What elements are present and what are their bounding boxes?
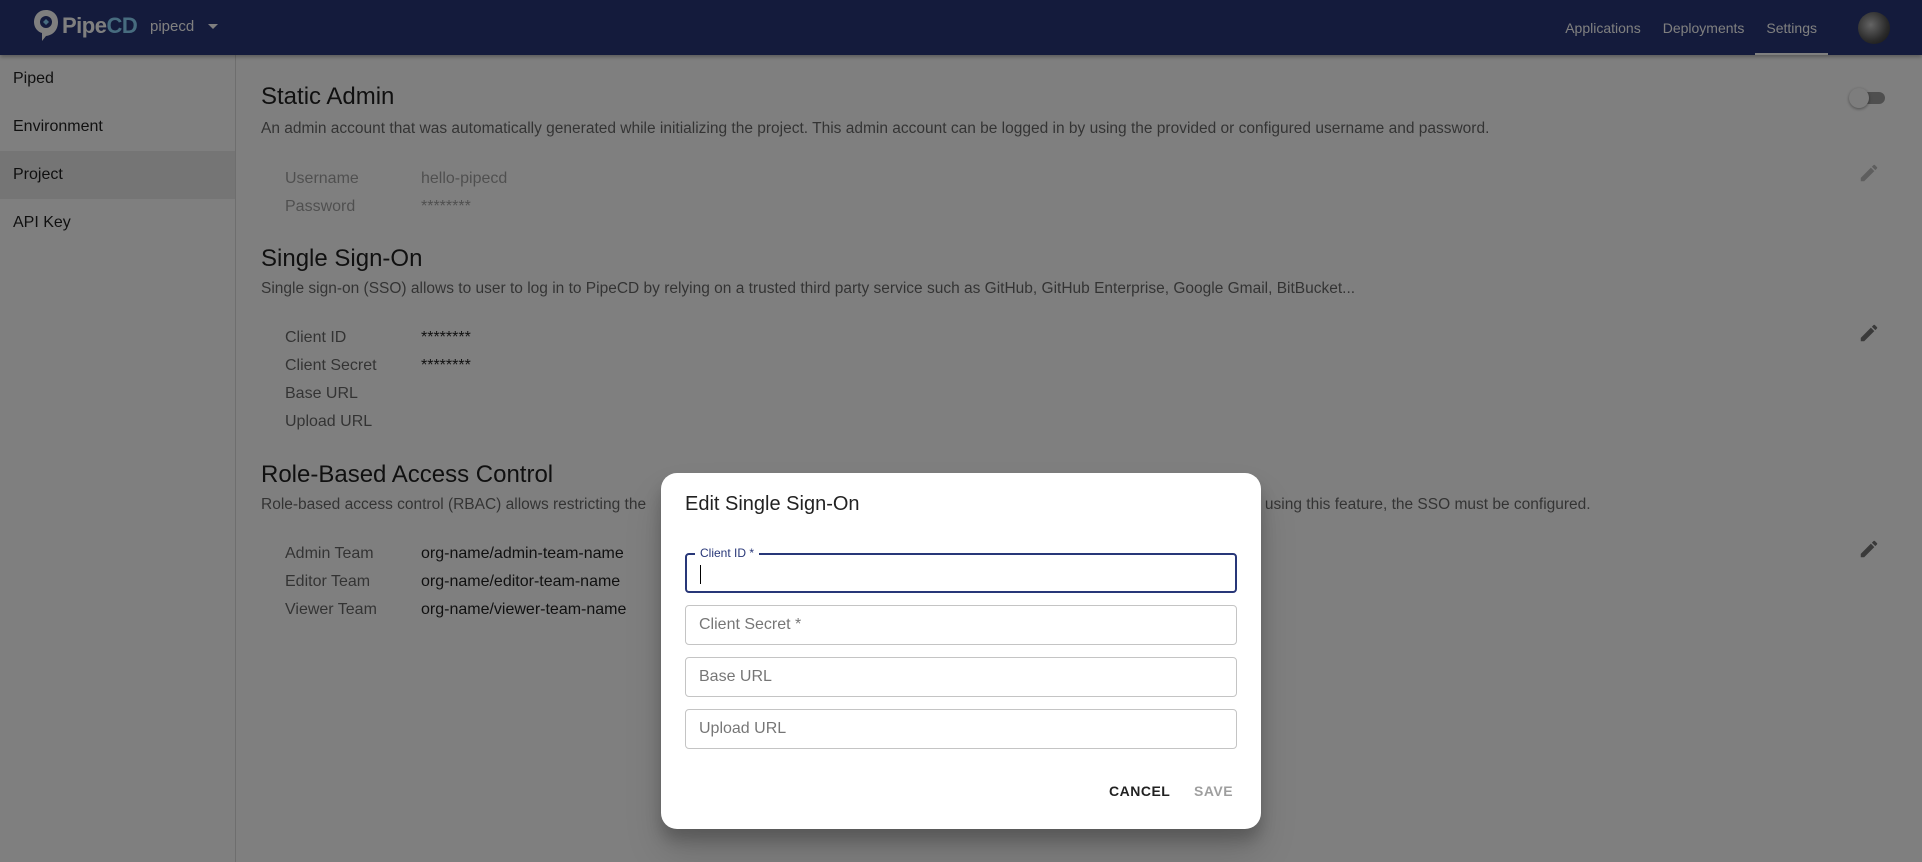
client-id-field[interactable]: Client ID *: [685, 546, 1237, 593]
cancel-button[interactable]: CANCEL: [1109, 783, 1170, 799]
base-url-placeholder: Base URL: [699, 668, 772, 685]
client-secret-field[interactable]: Client Secret *: [685, 605, 1237, 645]
client-id-field-label: Client ID *: [695, 546, 760, 560]
client-secret-placeholder: Client Secret *: [699, 616, 802, 633]
edit-sso-dialog: Edit Single Sign-On Client ID * Client S…: [661, 473, 1261, 829]
dialog-title: Edit Single Sign-On: [685, 493, 860, 515]
upload-url-placeholder: Upload URL: [699, 720, 787, 737]
save-button[interactable]: SAVE: [1194, 783, 1233, 799]
text-cursor: [700, 565, 701, 584]
base-url-field[interactable]: Base URL: [685, 657, 1237, 697]
upload-url-field[interactable]: Upload URL: [685, 709, 1237, 749]
